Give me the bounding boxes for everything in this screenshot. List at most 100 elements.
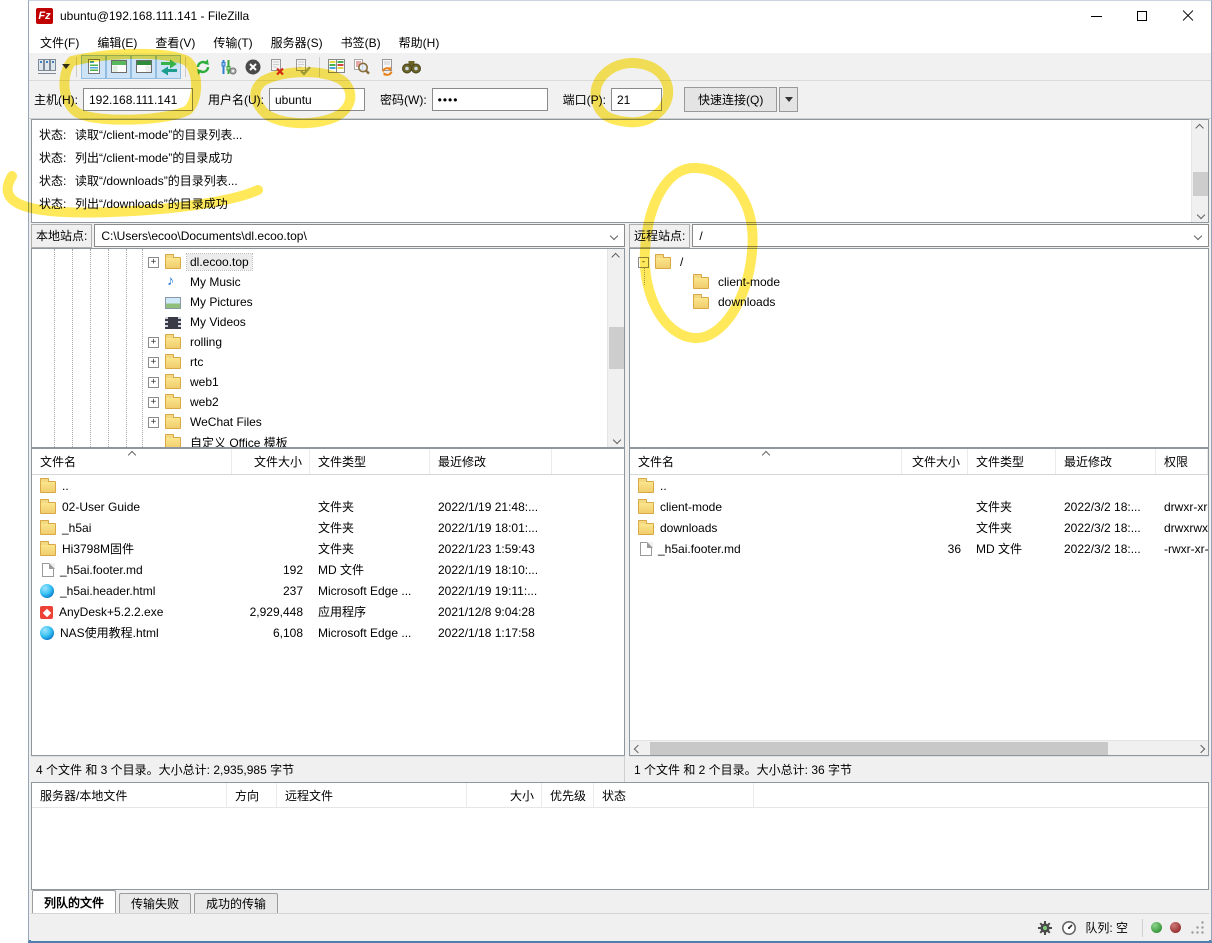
scroll-right-arrow[interactable] bbox=[1193, 741, 1208, 756]
file-row[interactable]: .. bbox=[32, 475, 624, 496]
tree-item[interactable]: + dl.ecoo.top bbox=[32, 252, 624, 272]
file-row[interactable]: _h5ai.footer.md 36 MD 文件 2022/3/2 18:...… bbox=[630, 538, 1208, 559]
menu-item[interactable]: 书签(B) bbox=[332, 31, 390, 54]
file-row[interactable]: 02-User Guide 文件夹 2022/1/19 21:48:... bbox=[32, 496, 624, 517]
tree-item[interactable]: My Pictures bbox=[32, 292, 624, 312]
site-manager-button[interactable] bbox=[34, 55, 59, 79]
menu-item[interactable]: 文件(F) bbox=[31, 31, 88, 54]
file-size-cell bbox=[902, 475, 968, 496]
tree-expander[interactable]: + bbox=[148, 417, 159, 428]
toggle-local-tree-button[interactable] bbox=[106, 55, 131, 79]
minimize-button[interactable] bbox=[1073, 1, 1119, 31]
cancel-operation-button[interactable] bbox=[240, 55, 265, 79]
file-row[interactable]: _h5ai 文件夹 2022/1/19 18:01:... bbox=[32, 517, 624, 538]
file-icon bbox=[42, 563, 54, 577]
port-input[interactable] bbox=[611, 88, 662, 111]
file-row[interactable]: client-mode 文件夹 2022/3/2 18:... drwxr-xr… bbox=[630, 496, 1208, 517]
queue-tab[interactable]: 传输失败 bbox=[119, 893, 191, 913]
file-row[interactable]: Hi3798M固件 文件夹 2022/1/23 1:59:43 bbox=[32, 538, 624, 559]
queue-column-header[interactable]: 方向 bbox=[227, 783, 277, 807]
file-row[interactable]: NAS使用教程.html 6,108 Microsoft Edge ... 20… bbox=[32, 622, 624, 643]
password-input[interactable] bbox=[432, 88, 548, 111]
site-manager-dropdown[interactable] bbox=[59, 55, 72, 79]
host-input[interactable] bbox=[83, 88, 193, 111]
scroll-down-arrow[interactable] bbox=[1192, 207, 1209, 222]
tree-item[interactable]: + WeChat Files bbox=[32, 412, 624, 432]
tree-expander[interactable]: + bbox=[148, 377, 159, 388]
quickconnect-button[interactable]: 快速连接(Q) bbox=[684, 87, 777, 112]
directory-comparison-button[interactable] bbox=[324, 55, 349, 79]
maximize-button[interactable] bbox=[1119, 1, 1165, 31]
file-lists-region: 文件名文件大小文件类型最近修改 .. 02-User Guide 文件夹 202… bbox=[31, 448, 1209, 756]
queue-column-header[interactable]: 大小 bbox=[467, 783, 542, 807]
remote-path-combobox[interactable]: / bbox=[692, 224, 1209, 247]
close-button[interactable] bbox=[1165, 1, 1211, 31]
tree-expander[interactable]: + bbox=[148, 397, 159, 408]
queue-tab[interactable]: 列队的文件 bbox=[32, 890, 116, 913]
disconnect-button[interactable] bbox=[265, 55, 290, 79]
speed-limits-icon[interactable] bbox=[1061, 920, 1077, 936]
menu-item[interactable]: 帮助(H) bbox=[390, 31, 449, 54]
scrollbar-thumb[interactable] bbox=[1193, 172, 1208, 196]
find-files-button[interactable] bbox=[349, 55, 374, 79]
file-search-button[interactable] bbox=[399, 55, 424, 79]
tree-item[interactable]: My Music bbox=[32, 272, 624, 292]
toggle-remote-tree-button[interactable] bbox=[131, 55, 156, 79]
file-type-cell: 文件夹 bbox=[310, 538, 430, 559]
column-header[interactable]: 最近修改 bbox=[1056, 449, 1156, 474]
menu-item[interactable]: 编辑(E) bbox=[88, 31, 146, 54]
tree-item[interactable]: + web1 bbox=[32, 372, 624, 392]
column-header[interactable]: 最近修改 bbox=[430, 449, 552, 474]
toolbar bbox=[29, 53, 1211, 81]
file-row[interactable]: _h5ai.header.html 237 Microsoft Edge ...… bbox=[32, 580, 624, 601]
file-row[interactable]: downloads 文件夹 2022/3/2 18:... drwxrwxrwx bbox=[630, 517, 1208, 538]
column-header[interactable]: 文件类型 bbox=[968, 449, 1056, 474]
tree-item[interactable]: downloads bbox=[630, 292, 1208, 312]
queue-column-header[interactable]: 远程文件 bbox=[277, 783, 467, 807]
queue-column-header[interactable]: 状态 bbox=[594, 783, 754, 807]
tree-item[interactable]: 自定义 Office 模板 bbox=[32, 432, 624, 448]
reconnect-button[interactable] bbox=[290, 55, 315, 79]
menu-item[interactable]: 服务器(S) bbox=[262, 31, 332, 54]
tree-item[interactable]: - / bbox=[630, 252, 1208, 272]
column-header[interactable]: 文件名 bbox=[630, 449, 902, 474]
username-input[interactable] bbox=[269, 88, 365, 111]
file-row[interactable]: _h5ai.footer.md 192 MD 文件 2022/1/19 18:1… bbox=[32, 559, 624, 580]
menu-item[interactable]: 传输(T) bbox=[204, 31, 261, 54]
toggle-transfer-queue-button[interactable] bbox=[156, 55, 181, 79]
transfer-mode-gear-icon[interactable] bbox=[1037, 920, 1053, 936]
column-header[interactable]: 文件名 bbox=[32, 449, 232, 474]
file-row[interactable]: .. bbox=[630, 475, 1208, 496]
queue-tab[interactable]: 成功的传输 bbox=[194, 893, 278, 913]
scroll-left-arrow[interactable] bbox=[630, 741, 645, 756]
column-header[interactable]: 权限 bbox=[1156, 449, 1208, 474]
tree-expander[interactable]: + bbox=[148, 357, 159, 368]
tree-expander[interactable]: - bbox=[638, 257, 649, 268]
tree-expander[interactable]: + bbox=[148, 337, 159, 348]
local-path-combobox[interactable]: C:\Users\ecoo\Documents\dl.ecoo.top\ bbox=[94, 224, 625, 247]
queue-column-header[interactable]: 优先级 bbox=[542, 783, 594, 807]
scroll-up-arrow[interactable] bbox=[1192, 120, 1209, 135]
tree-item[interactable]: client-mode bbox=[630, 272, 1208, 292]
column-header[interactable]: 文件类型 bbox=[310, 449, 430, 474]
toolbar-separator bbox=[185, 57, 186, 77]
tree-item[interactable]: + rolling bbox=[32, 332, 624, 352]
toggle-message-log-button[interactable] bbox=[81, 55, 106, 79]
tree-expander[interactable]: + bbox=[148, 257, 159, 268]
quickconnect-dropdown[interactable] bbox=[779, 87, 798, 112]
menu-item[interactable]: 查看(V) bbox=[146, 31, 204, 54]
column-header[interactable]: 文件大小 bbox=[232, 449, 310, 474]
resize-grip[interactable] bbox=[1191, 921, 1205, 935]
process-queue-button[interactable] bbox=[215, 55, 240, 79]
queue-column-header[interactable]: 服务器/本地文件 bbox=[32, 783, 227, 807]
synchronized-browsing-button[interactable] bbox=[374, 55, 399, 79]
column-header[interactable]: 文件大小 bbox=[902, 449, 968, 474]
tree-item[interactable]: + rtc bbox=[32, 352, 624, 372]
remote-list-hscrollbar[interactable] bbox=[630, 740, 1208, 755]
refresh-button[interactable] bbox=[190, 55, 215, 79]
log-scrollbar[interactable] bbox=[1191, 120, 1208, 222]
tree-item[interactable]: + web2 bbox=[32, 392, 624, 412]
file-row[interactable]: AnyDesk+5.2.2.exe 2,929,448 应用程序 2021/12… bbox=[32, 601, 624, 622]
tree-item[interactable]: My Videos bbox=[32, 312, 624, 332]
scrollbar-thumb[interactable] bbox=[650, 742, 1108, 755]
